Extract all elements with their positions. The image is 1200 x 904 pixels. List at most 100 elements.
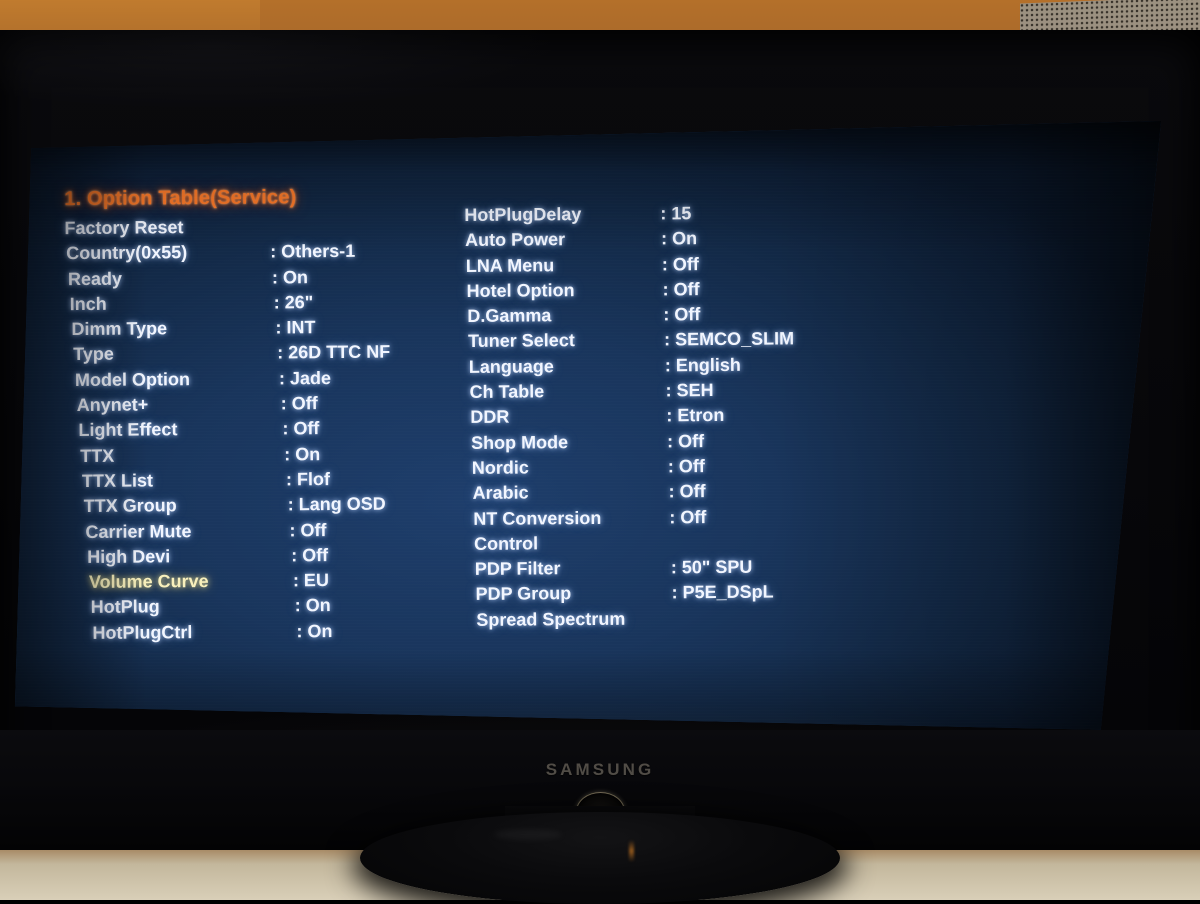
osd-row[interactable]: Country(0x55) : Others-1 [65,238,465,266]
osd-row-value: : INT [275,317,316,338]
lcd-panel: 1. Option Table(Service) Factory Reset Co… [14,120,1162,730]
osd-row[interactable]: Spread Spectrum [467,604,887,633]
osd-row-label: Ch Table [469,381,545,403]
osd-row[interactable]: HotPlugDelay : 15 [464,200,884,229]
osd-row[interactable]: Nordic : Off [466,453,886,482]
osd-row-label: HotPlugCtrl [92,621,193,643]
osd-row-value: : Jade [278,367,332,389]
osd-row-label: Language [468,356,554,377]
osd-service-menu: 1. Option Table(Service) Factory Reset Co… [15,121,1161,730]
osd-row-value: : Off [662,279,700,300]
osd-row-value: : Flof [285,468,330,490]
osd-row-label: DDR [470,406,510,428]
osd-row-value: : 26" [273,292,314,313]
osd-row-label: Spread Spectrum [476,608,626,630]
osd-row[interactable]: TTX Group : Lang OSD [67,491,467,519]
osd-row-label: Volume Curve [88,571,209,593]
osd-row-value: : SEMCO_SLIM [663,328,795,350]
osd-row-label: Ready [67,268,123,289]
osd-row-label: TTX Group [83,495,177,517]
osd-row-value: : 15 [660,203,692,224]
osd-row-value: : English [664,354,741,376]
osd-row-value: : EU [292,570,329,591]
osd-row-label: Hotel Option [466,279,575,301]
osd-row-label: D.Gamma [467,305,552,327]
osd-row[interactable]: Shop Mode: Off [466,427,886,456]
osd-column-right: HotPlugDelay : 15 Auto Power : On LNA Menu : … [464,200,887,633]
osd-row-value: : Off [280,393,318,414]
osd-row-label: Shop Mode [470,431,569,453]
osd-row-label: Light Effect [78,419,178,441]
osd-row-value: : On [294,595,331,616]
osd-row[interactable]: Type : 26D TTC NF [65,339,465,367]
osd-row[interactable]: Arabic : Off [466,478,886,507]
stand-warm-reflection [628,839,634,862]
osd-row-value: : 26D TTC NF [277,342,391,363]
osd-row-label: HotPlugDelay [464,204,582,225]
osd-column-left: Factory Reset Country(0x55): Others-1 Read… [64,213,467,646]
osd-row-label: Control [473,533,539,554]
osd-row[interactable]: NT Conversion : Off [467,503,887,532]
osd-row-label: Dimm Type [71,318,168,340]
osd-row[interactable]: Volume Curve : EU [67,567,467,595]
osd-row[interactable]: Light Effect : Off [66,415,466,443]
osd-row-label: Auto Power [465,229,566,251]
osd-row[interactable]: Language : English [465,351,885,380]
stand-specular-highlight [494,828,562,840]
osd-row[interactable]: LNA Menu : Off [465,250,885,279]
osd-row-value: : Off [667,456,705,477]
osd-row-value: : Off [669,506,707,527]
osd-row[interactable]: Ch Table: SEH [466,377,886,406]
osd-row-value: : On [660,228,698,249]
osd-row-label: PDP Group [475,583,572,605]
osd-row-label: NT Conversion [473,507,602,529]
osd-row-label: PDP Filter [474,558,561,580]
osd-row[interactable]: Inch: 26" [65,289,465,317]
osd-row-value: : On [296,620,333,642]
osd-row-value: : Off [668,481,706,502]
osd-row[interactable]: PDP Filter: 50" SPU [467,554,887,583]
osd-row-value: : Etron [666,405,725,426]
osd-row[interactable]: Carrier Mute : Off [67,517,467,545]
osd-row[interactable]: Anynet+: Off [66,390,466,418]
osd-row[interactable]: DDR : Etron [466,402,886,431]
osd-title: 1. Option Table(Service) [64,186,297,211]
osd-row-label: Factory Reset [64,217,184,239]
osd-row[interactable]: Hotel Option : Off [465,276,885,305]
osd-row-value: : P5E_DSpL [671,582,774,603]
osd-row-label: Tuner Select [468,330,575,352]
osd-row-value: : Off [282,418,320,439]
osd-row[interactable]: HotPlugCtrl : On [68,618,468,646]
osd-row-value: : Lang OSD [287,493,386,515]
osd-row-label: Arabic [472,482,529,504]
osd-row-label: Model Option [74,368,190,390]
osd-row-value: : Off [289,519,327,540]
osd-row[interactable]: PDP Group : P5E_DSpL [467,579,887,608]
osd-row-label: Carrier Mute [85,520,192,542]
osd-row-value: : Others-1 [270,241,356,262]
osd-row-label: HotPlug [90,596,160,618]
osd-row-label: Country(0x55) [66,242,188,264]
osd-row-label: TTX List [81,470,153,491]
osd-row[interactable]: TTX List : Flof [66,466,466,494]
osd-row[interactable]: High Devi: Off [67,542,467,570]
osd-row-label: TTX [80,445,115,466]
osd-row-label: Nordic [471,457,529,478]
osd-row[interactable]: Control [467,529,887,558]
osd-row-label: LNA Menu [465,254,555,276]
osd-row[interactable]: Tuner Select : SEMCO_SLIM [465,326,885,355]
osd-row-value: : On [284,443,321,465]
osd-row-value: : Off [663,304,701,325]
osd-row[interactable]: Model Option : Jade [66,365,466,393]
samsung-logo: SAMSUNG [545,760,655,779]
osd-row-label: Type [73,344,114,365]
osd-row[interactable]: Dimm Type : INT [65,314,465,342]
osd-row[interactable]: Factory Reset [64,213,464,241]
osd-row[interactable]: HotPlug : On [67,592,467,620]
osd-row[interactable]: Ready: On [65,264,465,292]
osd-row[interactable]: D.Gamma : Off [465,301,885,330]
osd-row-value: : Off [661,253,699,275]
osd-row[interactable]: TTX : On [66,441,466,469]
osd-row[interactable]: Auto Power : On [464,225,884,254]
osd-row-label: High Devi [87,546,171,567]
